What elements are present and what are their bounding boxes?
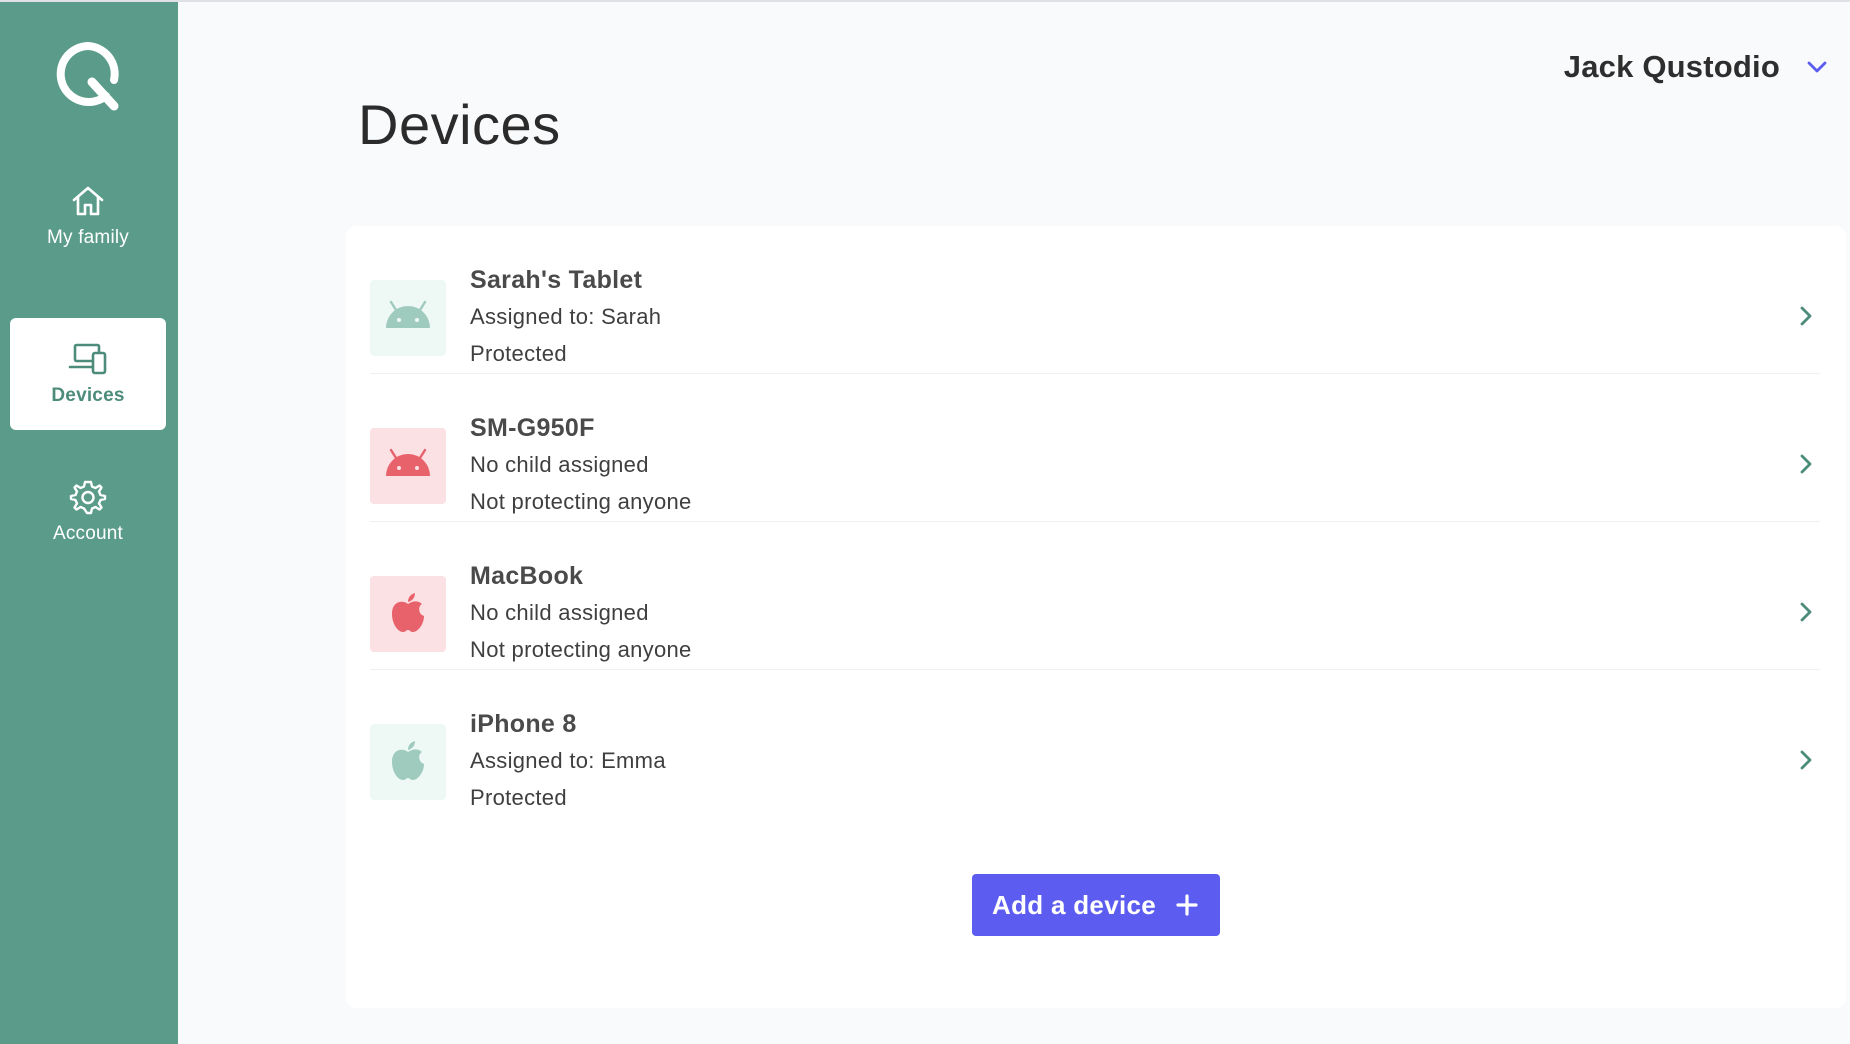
device-status: Protected [470,341,567,366]
page-title: Devices [358,93,561,156]
plus-icon [1176,894,1198,916]
device-info: SM-G950F No child assigned Not protectin… [470,410,692,520]
apple-icon [392,593,424,632]
qustodio-logo[interactable] [48,36,128,116]
chevron-down-icon[interactable] [1804,54,1830,80]
add-device-button[interactable]: Add a device [972,874,1220,936]
device-status: Protected [470,785,567,810]
user-menu[interactable]: Jack Qustodio [1564,44,1830,90]
device-info: iPhone 8 Assigned to: Emma Protected [470,706,666,816]
user-name: Jack Qustodio [1563,49,1780,84]
device-icon-box [370,280,446,356]
device-assignment: No child assigned [470,452,649,477]
device-icon-box [370,428,446,504]
device-icon-box [370,576,446,652]
devices-icon [68,343,107,375]
device-status: Not protecting anyone [470,489,692,514]
device-info: Sarah's Tablet Assigned to: Sarah Protec… [470,262,661,372]
chevron-right-icon[interactable] [1792,746,1820,774]
devices-card: Sarah's Tablet Assigned to: Sarah Protec… [346,226,1846,1008]
device-row-sarahs-tablet[interactable]: Sarah's Tablet Assigned to: Sarah Protec… [370,226,1820,374]
add-device-label: Add a device [992,889,1156,920]
device-name: iPhone 8 [470,710,577,738]
device-row-iphone-8[interactable]: iPhone 8 Assigned to: Emma Protected [370,670,1820,818]
sidebar-item-devices[interactable]: Devices [10,318,166,430]
device-name: SM-G950F [470,414,595,442]
apple-icon [392,741,424,780]
sidebar-item-account[interactable]: Account [10,456,166,568]
window-top-border [0,0,1850,2]
home-icon [72,186,104,216]
chevron-right-icon[interactable] [1792,450,1820,478]
chevron-right-icon[interactable] [1792,598,1820,626]
gear-icon [69,480,107,515]
chevron-right-icon[interactable] [1792,302,1820,330]
device-icon-box [370,724,446,800]
device-name: Sarah's Tablet [470,266,643,294]
device-assignment: No child assigned [470,600,649,625]
sidebar-item-label: Devices [51,385,125,406]
android-icon [386,448,430,476]
device-name: MacBook [470,562,584,590]
device-row-sm-g950f[interactable]: SM-G950F No child assigned Not protectin… [370,374,1820,522]
android-icon [386,300,430,328]
device-row-macbook[interactable]: MacBook No child assigned Not protecting… [370,522,1820,670]
device-assignment: Assigned to: Sarah [470,304,662,329]
sidebar-item-label: My family [46,227,130,248]
sidebar: My family Devices Account [0,2,178,1044]
device-assignment: Assigned to: Emma [470,748,666,773]
sidebar-item-my-family[interactable]: My family [10,160,166,272]
sidebar-item-label: Account [52,523,124,544]
device-status: Not protecting anyone [470,637,692,662]
device-info: MacBook No child assigned Not protecting… [470,558,692,668]
